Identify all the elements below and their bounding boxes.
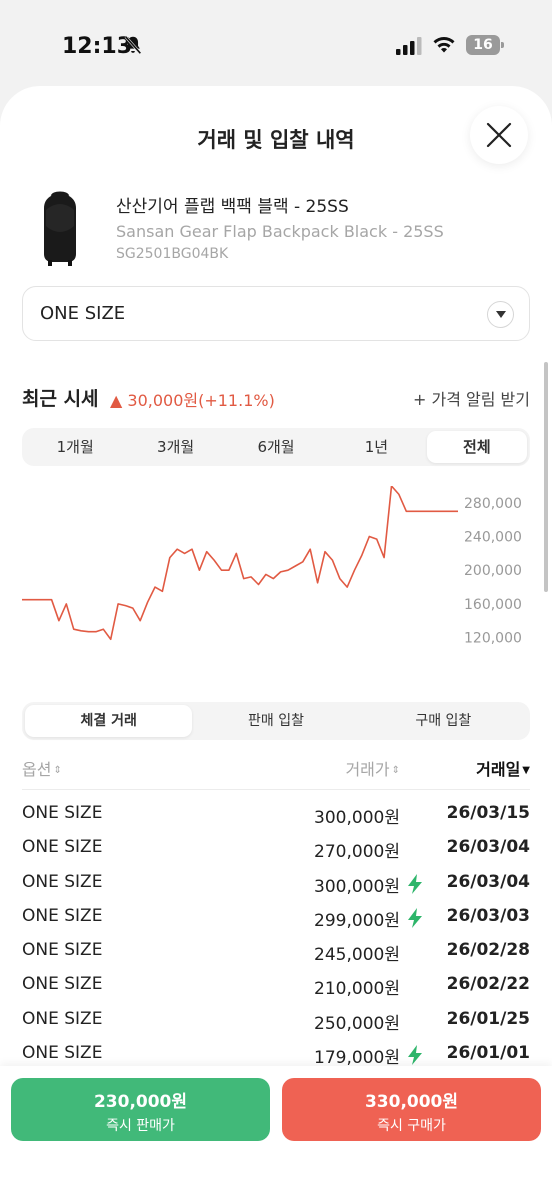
y-tick-label: 280,000: [464, 496, 522, 512]
chevron-down-icon: [487, 301, 514, 328]
close-button[interactable]: [470, 106, 528, 164]
table-row: ONE SIZE 245,000원 26/02/28: [22, 936, 530, 970]
product-thumbnail: [44, 191, 76, 266]
row-price: 300,000원: [314, 808, 400, 828]
tab-3-months[interactable]: 3개월: [125, 431, 225, 463]
row-option: ONE SIZE: [22, 974, 103, 995]
sell-amount: 230,000원: [93, 1092, 188, 1112]
price-alert-button[interactable]: + 가격 알림 받기: [413, 386, 530, 410]
row-price: 299,000원: [314, 910, 400, 931]
row-date: 26/03/03: [446, 905, 530, 926]
scrollbar[interactable]: [544, 362, 548, 592]
instant-sell-button[interactable]: 230,000원 즉시 판매가: [11, 1078, 270, 1141]
tab-buy-bids[interactable]: 구매 입찰: [360, 705, 527, 737]
table-row: ONE SIZE 250,000원 26/01/25: [22, 1005, 530, 1039]
row-option: ONE SIZE: [22, 905, 103, 926]
bolt-icon: [408, 873, 422, 894]
bolt-icon: [408, 907, 422, 928]
action-bar: 230,000원 즉시 판매가 330,000원 즉시 구매가: [0, 1066, 552, 1200]
row-date: 26/01/01: [446, 1043, 530, 1064]
table-row: ONE SIZE 210,000원 26/02/22: [22, 970, 530, 1004]
price-series-line: [22, 486, 458, 641]
row-price: 245,000원: [314, 945, 400, 966]
trades-list: ONE SIZE 300,000원 26/03/15 ONE SIZE 270,…: [22, 799, 530, 1073]
table-row: ONE SIZE 299,000원 26/03/03: [22, 902, 530, 936]
tab-all[interactable]: 전체: [426, 431, 528, 463]
wifi-icon: [433, 37, 455, 53]
row-option: ONE SIZE: [22, 1043, 103, 1064]
row-date: 26/03/04: [446, 871, 530, 892]
row-date: 26/03/15: [446, 803, 530, 823]
bolt-icon: [408, 1045, 422, 1066]
row-price: 300,000원: [314, 876, 400, 897]
row-option: ONE SIZE: [22, 837, 103, 858]
tab-concluded-trades[interactable]: 체결 거래: [25, 705, 193, 737]
size-select-value: ONE SIZE: [40, 303, 126, 324]
close-icon: [486, 122, 512, 148]
tab-6-months[interactable]: 6개월: [226, 431, 326, 463]
row-option: ONE SIZE: [22, 1008, 103, 1029]
tab-sell-bids[interactable]: 판매 입찰: [192, 705, 359, 737]
table-row: ONE SIZE 270,000원 26/03/04: [22, 833, 530, 867]
recent-price-label: 최근 시세: [22, 388, 99, 410]
row-option: ONE SIZE: [22, 871, 103, 892]
row-date: 26/01/25: [446, 1008, 530, 1029]
size-select[interactable]: ONE SIZE: [22, 286, 530, 341]
row-price: 270,000원: [314, 842, 400, 863]
instant-buy-button[interactable]: 330,000원 즉시 구매가: [282, 1078, 541, 1141]
product-summary[interactable]: 산산기어 플랩 백팩 블랙 - 25SS Sansan Gear Flap Ba…: [24, 190, 534, 270]
sheet-title: 거래 및 입찰 내역: [197, 128, 355, 152]
period-tabs: 1개월 3개월 6개월 1년 전체: [22, 428, 530, 466]
tab-1-month[interactable]: 1개월: [25, 431, 125, 463]
row-date: 26/02/22: [446, 974, 530, 995]
sort-icon: ⇕: [391, 765, 400, 776]
trade-history-sheet: 거래 및 입찰 내역 산산기어 플랩 백팩 블랙 - 25SS Sansan G…: [0, 86, 552, 1200]
sort-icon: ⇕: [53, 765, 62, 776]
y-tick-label: 120,000: [464, 631, 522, 646]
row-price: 210,000원: [314, 979, 400, 1000]
date-column-header[interactable]: 거래일 ▼: [476, 756, 530, 780]
battery-indicator: 16: [466, 35, 504, 55]
price-chart: 280,000 240,000 200,000 160,000 120,000: [22, 486, 522, 646]
price-column-header[interactable]: 거래가 ⇕: [345, 756, 400, 780]
sort-desc-icon: ▼: [522, 765, 530, 776]
row-option: ONE SIZE: [22, 940, 103, 961]
row-option: ONE SIZE: [22, 803, 103, 823]
table-row: ONE SIZE 300,000원 26/03/15: [22, 799, 530, 833]
price-change: ▲ 30,000원(+11.1%): [110, 391, 275, 410]
trades-table-header: 옵션 ⇕ 거래가 ⇕ 거래일 ▼: [22, 754, 530, 790]
recent-price-row: 최근 시세 ▲ 30,000원(+11.1%) + 가격 알림 받기: [22, 384, 530, 414]
buy-label: 즉시 구매가: [377, 1118, 446, 1134]
status-bar: 12:13 16: [0, 0, 552, 90]
y-tick-label: 240,000: [464, 530, 522, 546]
row-date: 26/03/04: [446, 837, 530, 858]
table-row: ONE SIZE 300,000원 26/03/04: [22, 868, 530, 902]
y-tick-label: 160,000: [464, 597, 522, 613]
deal-tabs: 체결 거래 판매 입찰 구매 입찰: [22, 702, 530, 740]
product-name-en: Sansan Gear Flap Backpack Black - 25SS: [116, 222, 444, 241]
bell-slash-icon: [124, 35, 142, 55]
row-price: 179,000원: [314, 1048, 400, 1069]
option-column-header[interactable]: 옵션 ⇕: [22, 756, 62, 780]
y-tick-label: 200,000: [464, 563, 522, 579]
tab-1-year[interactable]: 1년: [326, 431, 426, 463]
product-code: SG2501BG04BK: [116, 246, 229, 262]
row-price: 250,000원: [314, 1013, 400, 1034]
buy-amount: 330,000원: [364, 1092, 459, 1112]
row-date: 26/02/28: [446, 940, 530, 961]
sell-label: 즉시 판매가: [106, 1118, 175, 1134]
product-name-ko: 산산기어 플랩 백팩 블랙 - 25SS: [116, 197, 349, 217]
signal-icon: [396, 37, 422, 55]
